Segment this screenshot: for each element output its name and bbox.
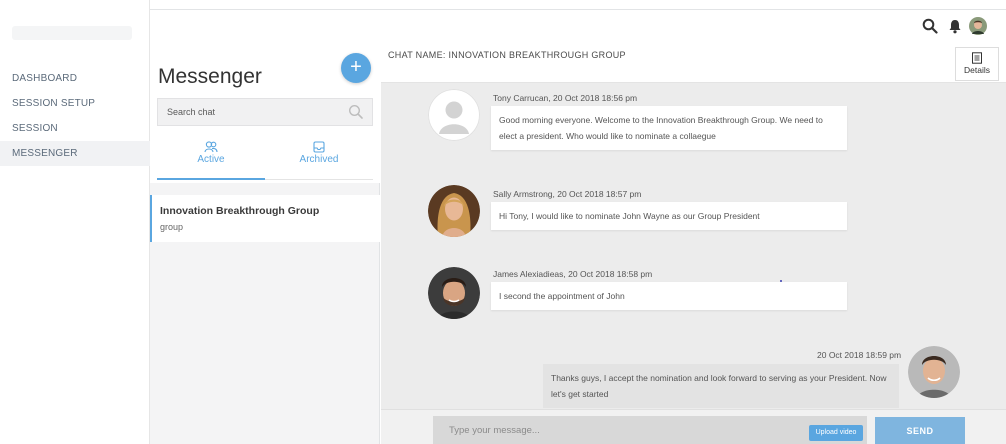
avatar-james — [428, 267, 480, 319]
chat-header: CHAT NAME: INNOVATION BREAKTHROUGH GROUP… — [381, 43, 1006, 83]
messenger-panel: Messenger + Active Archived Innova — [150, 43, 380, 444]
nav-item-session-setup[interactable]: SESSION SETUP — [0, 91, 150, 116]
document-icon — [971, 52, 983, 64]
avatar-placeholder — [428, 89, 480, 141]
message-meta: Sally Armstrong, 20 Oct 2018 18:57 pm — [493, 189, 642, 199]
nav-item-session[interactable]: SESSION — [0, 116, 150, 141]
details-button[interactable]: Details — [955, 47, 999, 81]
nav-item-messenger[interactable]: MESSENGER — [0, 141, 150, 166]
search-icon[interactable] — [920, 16, 940, 36]
message-bubble: Good morning everyone. Welcome to the In… — [491, 106, 847, 150]
message-meta: Tony Carrucan, 20 Oct 2018 18:56 pm — [493, 93, 638, 103]
message-meta: James Alexiadieas, 20 Oct 2018 18:58 pm — [493, 269, 653, 279]
conversation-name: Innovation Breakthrough Group — [160, 205, 320, 217]
top-bar — [150, 9, 1006, 43]
tab-label: Archived — [299, 154, 339, 165]
avatar-own — [908, 346, 960, 398]
cursor-dot — [780, 280, 782, 282]
tab-label: Active — [197, 154, 225, 165]
message-composer: Upload video SEND — [381, 409, 1006, 444]
conversation-item[interactable]: Innovation Breakthrough Group group — [150, 195, 380, 242]
details-label: Details — [964, 65, 990, 75]
tab-archived[interactable]: Archived — [265, 135, 373, 179]
upload-video-button[interactable]: Upload video — [809, 425, 863, 441]
search-icon[interactable] — [348, 104, 364, 120]
conversation-type: group — [160, 222, 184, 232]
send-button[interactable]: SEND — [875, 417, 965, 444]
message-meta: 20 Oct 2018 18:59 pm — [817, 350, 902, 360]
search-input[interactable] — [158, 99, 338, 125]
message-bubble: I second the appointment of John — [491, 282, 847, 310]
add-chat-button[interactable]: + — [341, 53, 371, 83]
archive-icon — [312, 141, 326, 153]
user-avatar[interactable] — [968, 16, 988, 36]
nav-item-dashboard[interactable]: DASHBOARD — [0, 66, 150, 91]
avatar-sally — [428, 185, 480, 237]
page-title: Messenger — [158, 65, 262, 88]
bell-icon[interactable] — [945, 16, 965, 36]
message-bubble: Hi Tony, I would like to nominate John W… — [491, 202, 847, 230]
users-icon — [204, 141, 218, 153]
message-bubble-own: Thanks guys, I accept the nomination and… — [543, 364, 899, 408]
chat-title: CHAT NAME: INNOVATION BREAKTHROUGH GROUP — [388, 50, 626, 60]
chat-panel: CHAT NAME: INNOVATION BREAKTHROUGH GROUP… — [381, 43, 1006, 444]
logo — [12, 26, 132, 40]
messenger-header: Messenger + Active Archived — [150, 43, 380, 183]
chat-tabs: Active Archived — [157, 135, 373, 180]
search-box — [157, 98, 373, 126]
tab-active[interactable]: Active — [157, 135, 265, 180]
message-input[interactable] — [433, 416, 867, 444]
side-navigation: DASHBOARD SESSION SETUP SESSION MESSENGE… — [0, 0, 150, 444]
